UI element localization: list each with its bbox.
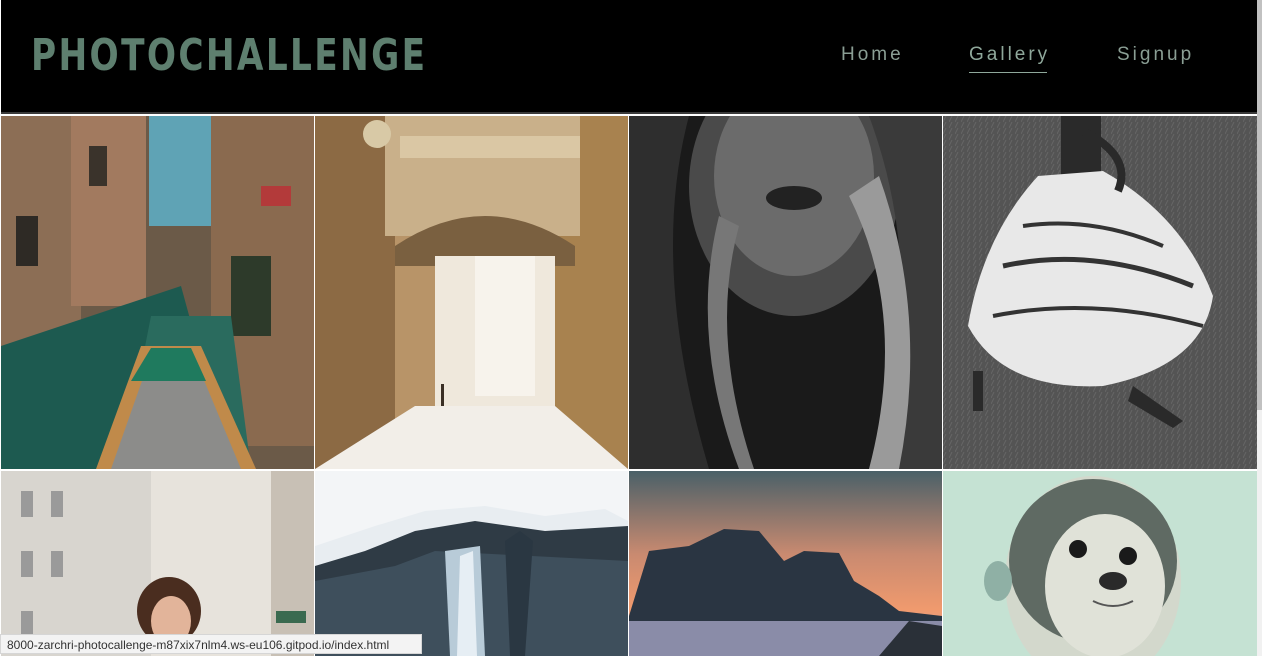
seal-photo[interactable] <box>943 471 1257 656</box>
brand-logo[interactable]: PHOTOCHALLENGE <box>31 30 427 82</box>
waterfall-snow-photo[interactable] <box>315 471 628 656</box>
woman-dress-grass-bw-photo[interactable] <box>943 116 1257 469</box>
scrollbar-thumb[interactable] <box>1257 0 1262 410</box>
nav-signup-link[interactable]: Signup <box>1117 44 1194 70</box>
page: PHOTOCHALLENGE Home Gallery Signup 8000-… <box>0 0 1262 656</box>
site-header: PHOTOCHALLENGE Home Gallery Signup <box>1 0 1257 114</box>
rock-sunset-photo[interactable] <box>629 471 942 656</box>
venice-canal-photo[interactable] <box>1 116 314 469</box>
venice-alley-bridge-photo[interactable] <box>315 116 628 469</box>
browser-status-url: 8000-zarchri-photocallenge-m87xix7nlm4.w… <box>0 634 422 654</box>
woman-face-bw-photo[interactable] <box>629 116 942 469</box>
nav-home-link[interactable]: Home <box>841 44 904 70</box>
vertical-scrollbar[interactable] <box>1257 0 1262 656</box>
photo-gallery <box>1 116 1257 656</box>
nav-gallery-link[interactable]: Gallery <box>969 44 1050 73</box>
woman-street-photo[interactable] <box>1 471 314 656</box>
